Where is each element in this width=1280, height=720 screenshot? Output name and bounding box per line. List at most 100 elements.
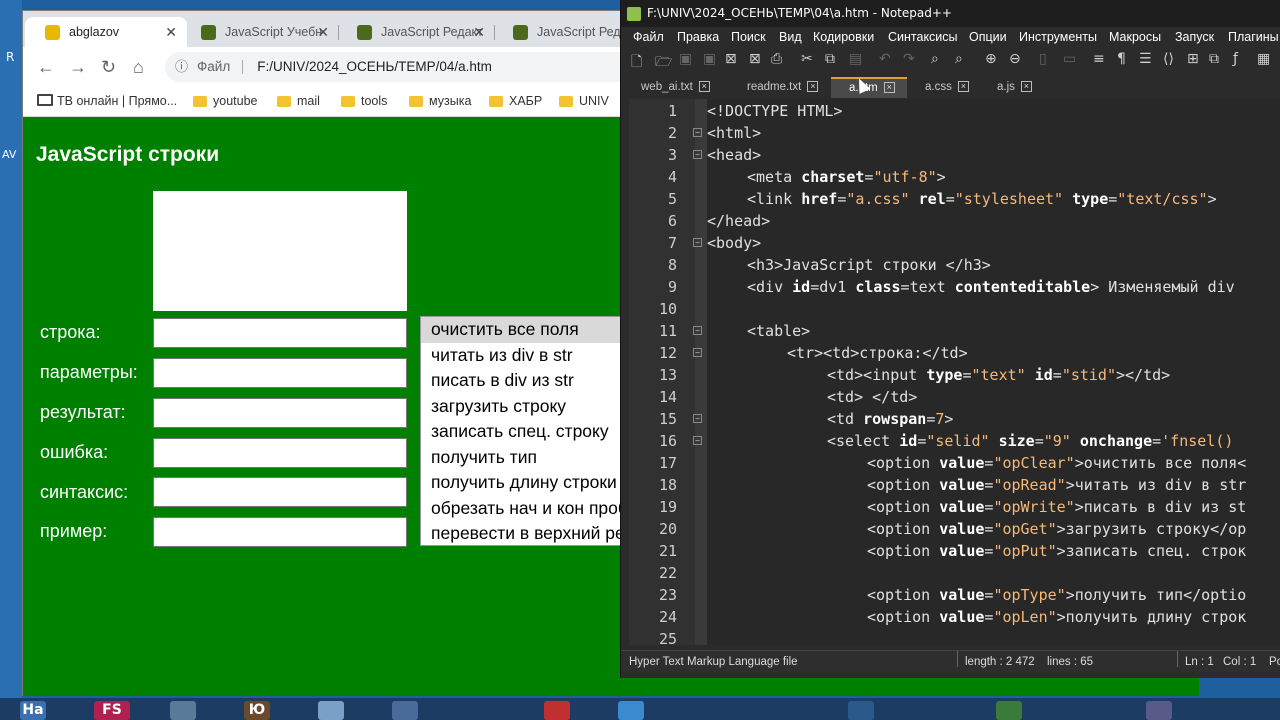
taskbar-app-icon[interactable]	[848, 701, 874, 720]
bookmark-mail[interactable]: mail	[277, 87, 320, 115]
sync-v-icon[interactable]: ▯	[1039, 51, 1047, 67]
replace-icon[interactable]: ⌕	[955, 51, 963, 67]
menu-view[interactable]: Вид	[779, 30, 802, 44]
close-all-icon[interactable]: ⊠	[749, 51, 761, 67]
select-option[interactable]: перевести в верхний регистр	[421, 521, 639, 545]
fold-minus-icon[interactable]: −	[693, 414, 702, 423]
fold-minus-icon[interactable]: −	[693, 348, 702, 357]
select-option[interactable]: записать спец. строку	[421, 419, 639, 445]
bookmark-univ[interactable]: UNIV	[559, 87, 609, 115]
reload-icon[interactable]: ↻	[101, 57, 116, 78]
error-input[interactable]	[153, 438, 407, 468]
result-input[interactable]	[153, 398, 407, 428]
close-icon[interactable]: ×	[1020, 81, 1032, 93]
example-input[interactable]	[153, 517, 407, 547]
taskbar-app-icon[interactable]	[318, 701, 344, 720]
taskbar-app-icon[interactable]: Ю	[244, 701, 270, 720]
select-option[interactable]: обрезать нач и кон пробелы	[421, 496, 639, 522]
zoom-in-icon[interactable]: ⊕	[985, 51, 997, 67]
close-icon[interactable]: ×	[883, 82, 895, 94]
fold-minus-icon[interactable]: −	[693, 150, 702, 159]
syntax-input[interactable]	[153, 477, 407, 507]
menu-edit[interactable]: Правка	[677, 30, 719, 44]
npp-tab-web-ai[interactable]: web_ai.txt ×	[641, 77, 710, 98]
redo-icon[interactable]: ↷	[903, 51, 915, 67]
browser-tab-abglazov[interactable]: abglazov ✕	[25, 17, 187, 47]
fold-minus-icon[interactable]: −	[693, 436, 702, 445]
indent-guide-icon[interactable]: ☰	[1139, 51, 1152, 67]
taskbar-app-icon[interactable]	[544, 701, 570, 720]
find-icon[interactable]: ⌕	[931, 51, 939, 67]
menu-search[interactable]: Поиск	[731, 30, 766, 44]
browser-tab-js-tutorial[interactable]: JavaScript Учебн ✕	[181, 17, 339, 47]
select-option[interactable]: загрузить строку	[421, 394, 639, 420]
taskbar-app-icon[interactable]: Ha	[20, 701, 46, 720]
menu-encoding[interactable]: Кодировки	[813, 30, 874, 44]
function-list-icon[interactable]: ƒ	[1233, 51, 1238, 67]
npp-tab-a-css[interactable]: a.css ×	[925, 77, 969, 98]
close-icon[interactable]: ✕	[165, 17, 177, 47]
save-icon[interactable]: ▣	[679, 51, 692, 67]
fold-minus-icon[interactable]: −	[693, 238, 702, 247]
close-icon[interactable]: ✕	[473, 17, 485, 47]
close-icon[interactable]: ×	[957, 81, 969, 93]
paste-icon[interactable]: ▤	[849, 51, 862, 67]
close-file-icon[interactable]: ⊠	[725, 51, 737, 67]
taskbar-app-icon[interactable]	[1146, 701, 1172, 720]
menu-run[interactable]: Запуск	[1175, 30, 1214, 44]
menu-tools[interactable]: Инструменты	[1019, 30, 1097, 44]
editable-div[interactable]	[153, 191, 407, 311]
forward-icon[interactable]: →	[69, 57, 87, 78]
zoom-out-icon[interactable]: ⊖	[1009, 51, 1021, 67]
taskbar-app-icon[interactable]	[392, 701, 418, 720]
select-option[interactable]: писать в div из str	[421, 368, 639, 394]
info-icon[interactable]: ⓘ	[175, 52, 188, 82]
taskbar-app-icon[interactable]	[996, 701, 1022, 720]
menu-macros[interactable]: Макросы	[1109, 30, 1161, 44]
browser-tab-js-editor-2[interactable]: JavaScript Редакт	[493, 17, 633, 47]
save-all-icon[interactable]: ▣	[703, 51, 716, 67]
cut-icon[interactable]: ✂	[801, 51, 813, 67]
doc-list-icon[interactable]: ⧉	[1209, 51, 1219, 67]
bookmark-youtube[interactable]: youtube	[193, 87, 257, 115]
taskbar-app-icon[interactable]: FS	[94, 701, 130, 720]
fold-minus-icon[interactable]: −	[693, 326, 702, 335]
bookmark-tv[interactable]: ТВ онлайн | Прямо...	[37, 87, 177, 115]
home-icon[interactable]: ⌂	[133, 57, 144, 78]
close-icon[interactable]: ×	[807, 81, 819, 93]
copy-icon[interactable]: ⧉	[825, 51, 835, 67]
menu-options[interactable]: Опции	[969, 30, 1007, 44]
close-icon[interactable]: ✕	[317, 17, 329, 47]
select-option[interactable]: очистить все поля	[421, 317, 639, 343]
select-option[interactable]: читать из div в str	[421, 343, 639, 369]
sync-h-icon[interactable]: ▭	[1063, 51, 1076, 67]
code-editor[interactable]: 1 <!DOCTYPE HTML> 2− <html> 3− <head> 4 <met…	[629, 99, 1280, 645]
word-wrap-icon[interactable]: ≡	[1093, 51, 1105, 67]
menu-plugins[interactable]: Плагины	[1228, 30, 1279, 44]
npp-tab-readme[interactable]: readme.txt ×	[747, 77, 819, 98]
back-icon[interactable]: ←	[37, 57, 55, 78]
taskbar-app-icon[interactable]	[618, 701, 644, 720]
browser-tab-js-editor[interactable]: JavaScript Редакт ✕	[337, 17, 495, 47]
open-file-icon[interactable]: 🗁	[655, 51, 672, 75]
taskbar-app-icon[interactable]	[170, 701, 196, 720]
bookmark-habr[interactable]: ХАБР	[489, 87, 542, 115]
operation-select[interactable]: очистить все поля читать из div в str пи…	[420, 316, 640, 546]
select-option[interactable]: получить тип	[421, 445, 639, 471]
bookmark-music[interactable]: музыка	[409, 87, 471, 115]
folder-workspace-icon[interactable]: ▦	[1257, 51, 1270, 67]
bookmark-tools[interactable]: tools	[341, 87, 387, 115]
close-icon[interactable]: ×	[698, 81, 710, 93]
print-icon[interactable]: ⎙	[771, 51, 782, 67]
fold-minus-icon[interactable]: −	[693, 128, 702, 137]
menu-syntax[interactable]: Синтаксисы	[888, 30, 958, 44]
new-file-icon[interactable]: 🗋	[631, 51, 642, 75]
xml-icon[interactable]: ⟨⟩	[1163, 51, 1174, 67]
select-option[interactable]: получить длину строки	[421, 470, 639, 496]
show-symbols-icon[interactable]: ¶	[1117, 51, 1126, 67]
npp-tab-a-js[interactable]: a.js ×	[997, 77, 1032, 98]
params-input[interactable]	[153, 358, 407, 388]
string-input[interactable]	[153, 318, 407, 348]
map-icon[interactable]: ⊞	[1187, 51, 1199, 67]
menu-file[interactable]: Файл	[633, 30, 664, 44]
